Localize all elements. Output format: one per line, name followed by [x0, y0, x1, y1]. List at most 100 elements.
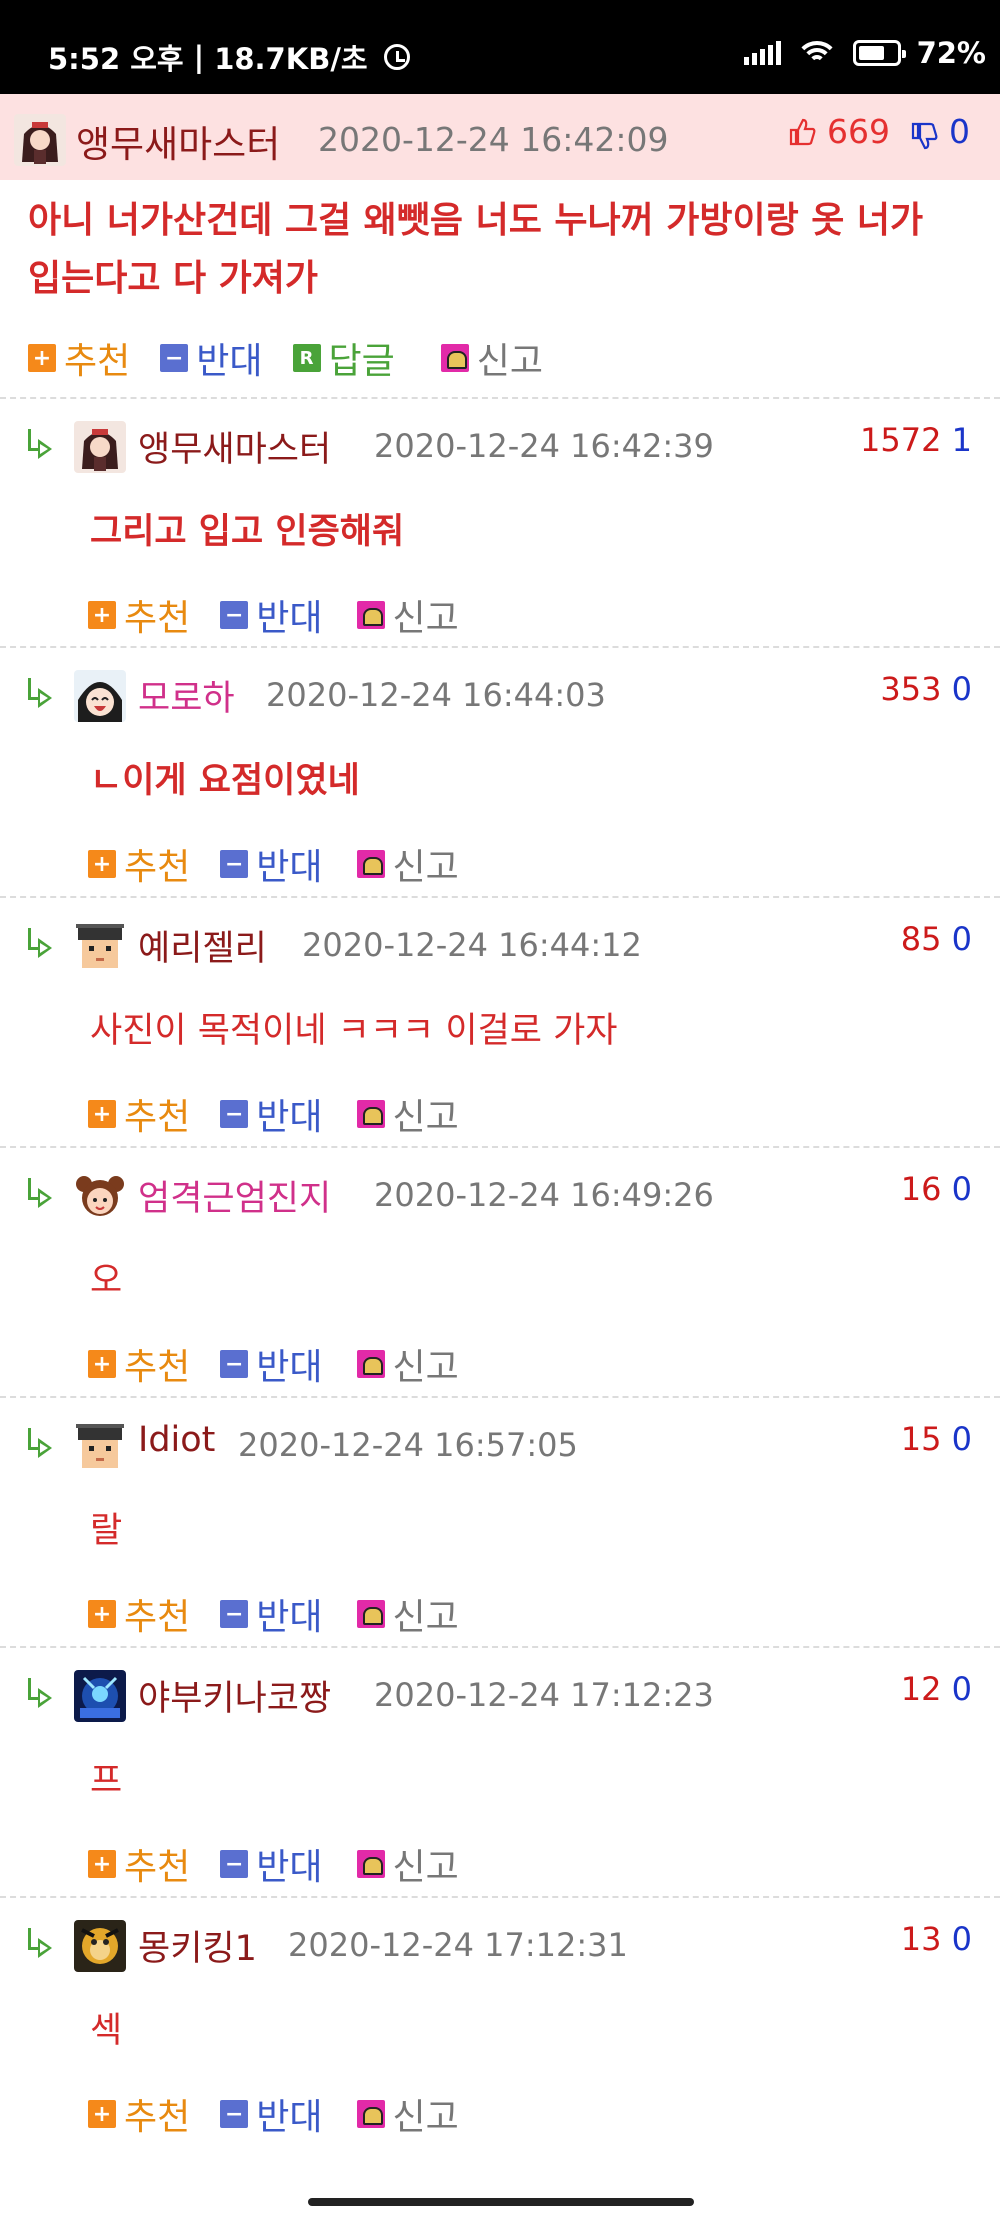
siren-icon: [356, 1100, 385, 1128]
plus-icon: +: [88, 2100, 116, 2128]
main-downvotes: 0: [949, 112, 970, 151]
comment-downvotes: 0: [951, 920, 972, 958]
status-left: 5:52 오후 | 18.7KB/초: [48, 36, 410, 78]
report-button[interactable]: 신고: [440, 332, 543, 384]
recommend-button[interactable]: + 추천: [88, 1838, 190, 1890]
plus-icon: +: [88, 601, 116, 629]
comment-date: 2020-12-24 17:12:31: [288, 1926, 628, 1964]
report-button[interactable]: 신고: [356, 1338, 459, 1390]
comment-nickname[interactable]: 야부키나코짱: [138, 1670, 331, 1721]
comment-nickname[interactable]: 앵무새마스터: [138, 421, 331, 472]
main-votes: 669 0: [787, 112, 970, 151]
siren-icon: [440, 344, 469, 372]
comment-action-bar: + 추천 − 반대 신고: [88, 589, 489, 641]
comment-nickname[interactable]: 엄격근엄진지: [138, 1170, 331, 1221]
comment-date: 2020-12-24 17:12:23: [374, 1676, 714, 1714]
oppose-button[interactable]: − 반대: [220, 1338, 323, 1390]
report-button[interactable]: 신고: [356, 1588, 459, 1640]
comment-action-bar: + 추천 − 반대 신고: [88, 1338, 489, 1390]
siren-icon: [356, 850, 385, 878]
wifi-icon: [796, 39, 837, 67]
comment-item: 예리젤리 2020-12-24 16:44:12 85 0 사진이 목적이네 ㅋㅋㅋ …: [0, 896, 1000, 1146]
report-button[interactable]: 신고: [356, 2088, 459, 2140]
avatar-monkey-icon[interactable]: [74, 1920, 126, 1972]
avatar-cartoon-girl-icon[interactable]: [74, 1170, 126, 1222]
reply-arrow-icon: [24, 1178, 54, 1208]
recommend-button[interactable]: + 추천: [88, 838, 190, 890]
comment-action-bar: + 추천 − 반대 신고: [88, 838, 489, 890]
recommend-button[interactable]: + 추천: [88, 589, 190, 641]
siren-icon: [356, 1350, 385, 1378]
report-button[interactable]: 신고: [356, 838, 459, 890]
oppose-button[interactable]: − 반대: [220, 589, 323, 641]
comment-downvotes: 0: [951, 1920, 972, 1958]
plus-icon: +: [88, 1350, 116, 1378]
main-nickname[interactable]: 앵무새마스터: [76, 114, 280, 168]
comment-item: 앵무새마스터 2020-12-24 16:42:39 1572 1 그리고 입고 인증…: [0, 397, 1000, 646]
report-button[interactable]: 신고: [356, 589, 459, 641]
minus-icon: −: [220, 1600, 249, 1628]
comment-action-bar: + 추천 − 반대 신고: [88, 1088, 489, 1140]
minus-icon: −: [220, 850, 249, 878]
comment-nickname[interactable]: 예리젤리: [138, 920, 267, 971]
avatar-anime-girl-icon[interactable]: [74, 421, 126, 473]
comment-item: 모로하 2020-12-24 16:44:03 353 0 ㄴ이게 요점이였네 + 추천 −…: [0, 646, 1000, 896]
main-comment: 앵무새마스터 2020-12-24 16:42:09 669 0 아니 너가산건…: [0, 94, 1000, 412]
avatar-laughing-girl-icon[interactable]: [74, 670, 126, 722]
report-button[interactable]: 신고: [356, 1838, 459, 1890]
minus-icon: −: [220, 1850, 249, 1878]
avatar-pixel-face-icon[interactable]: [74, 1420, 126, 1472]
recommend-button[interactable]: + 추천: [88, 1088, 190, 1140]
home-indicator[interactable]: [308, 2198, 694, 2206]
comment-nickname[interactable]: 모로하: [138, 670, 235, 721]
comment-votes: 16 0: [901, 1170, 972, 1208]
oppose-button[interactable]: − 반대: [220, 1588, 323, 1640]
comment-item: Idiot 2020-12-24 16:57:05 15 0 랄 + 추천 − 반대 신고: [0, 1396, 1000, 1646]
comment-downvotes: 1: [951, 421, 972, 459]
comment-downvotes: 0: [951, 1170, 972, 1208]
recommend-button[interactable]: + 추천: [88, 1588, 190, 1640]
comment-action-bar: + 추천 − 반대 신고: [88, 1588, 489, 1640]
avatar-anime-girl-icon[interactable]: [14, 114, 66, 166]
reply-icon: R: [292, 344, 321, 372]
oppose-button[interactable]: − 반대: [220, 1838, 323, 1890]
siren-icon: [356, 2100, 385, 2128]
comment-upvotes: 353: [880, 670, 942, 708]
status-network-speed: 18.7KB/초: [214, 42, 368, 76]
report-button[interactable]: 신고: [356, 1088, 459, 1140]
oppose-button[interactable]: − 반대: [160, 332, 263, 384]
plus-icon: +: [88, 1850, 116, 1878]
comment-votes: 1572 1: [860, 421, 972, 459]
comment-date: 2020-12-24 16:57:05: [238, 1426, 578, 1464]
avatar-pixel-face-icon[interactable]: [74, 920, 126, 972]
battery-icon: [852, 40, 906, 66]
comment-nickname[interactable]: Idiot: [138, 1420, 215, 1460]
recommend-button[interactable]: + 추천: [88, 1338, 190, 1390]
comment-votes: 13 0: [901, 1920, 972, 1958]
comment-upvotes: 85: [900, 920, 942, 958]
minus-icon: −: [220, 1350, 249, 1378]
avatar-robot-icon[interactable]: [74, 1670, 126, 1722]
thumbs-up-icon: [787, 112, 828, 151]
oppose-button[interactable]: − 반대: [220, 2088, 323, 2140]
reply-button[interactable]: R 답글: [292, 332, 395, 384]
reply-arrow-icon: [24, 928, 54, 958]
thumbs-down-icon: [909, 112, 950, 151]
oppose-button[interactable]: − 반대: [220, 1088, 323, 1140]
main-date: 2020-12-24 16:42:09: [318, 120, 669, 159]
reply-arrow-icon: [24, 429, 54, 459]
plus-icon: +: [88, 1100, 116, 1128]
recommend-button[interactable]: + 추천: [88, 2088, 190, 2140]
comment-nickname[interactable]: 몽키킹1: [138, 1920, 257, 1971]
minus-icon: −: [220, 2100, 249, 2128]
reply-arrow-icon: [24, 1678, 54, 1708]
reply-arrow-icon: [24, 678, 54, 708]
comment-downvotes: 0: [951, 670, 972, 708]
comment-downvotes: 0: [951, 1420, 972, 1458]
recommend-button[interactable]: + 추천: [28, 332, 130, 384]
comment-action-bar: + 추천 − 반대 신고: [88, 2088, 489, 2140]
comment-downvotes: 0: [951, 1670, 972, 1708]
oppose-button[interactable]: − 반대: [220, 838, 323, 890]
comment-text: 랄: [90, 1511, 123, 1551]
comment-votes: 85 0: [901, 920, 972, 958]
